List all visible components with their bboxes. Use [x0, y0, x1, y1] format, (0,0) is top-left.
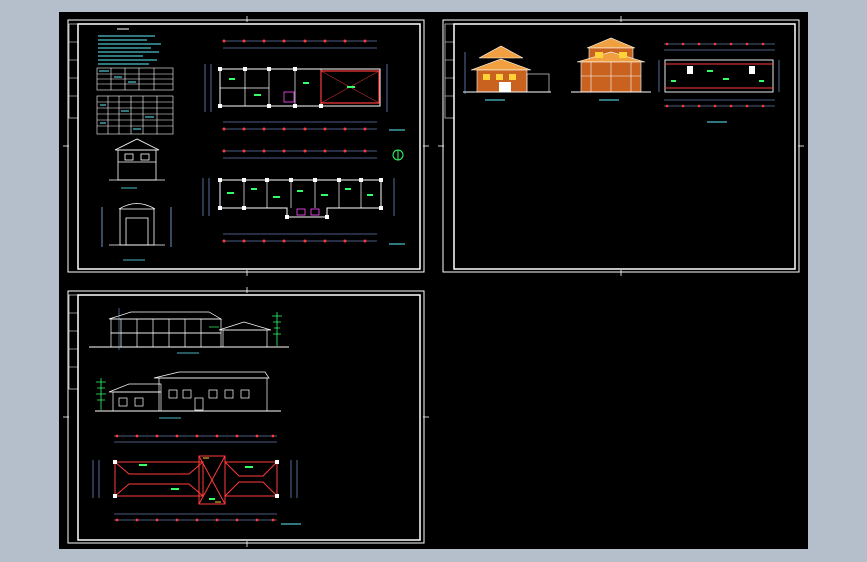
- sheet-2[interactable]: [442, 19, 800, 273]
- sheet-1-title-strip: [68, 23, 79, 119]
- sheet-2-title-strip: [444, 23, 455, 119]
- sheet-1-inner-border: [77, 23, 421, 270]
- north-arrow-icon: [392, 149, 404, 161]
- sheet-3-elevation-front: [89, 308, 289, 354]
- sheet-3-roof-plan: [92, 434, 301, 525]
- sheet-3-tree-left: [96, 378, 106, 410]
- sheet-3-inner-border: [77, 294, 421, 541]
- sheet-2-elevation-front: [463, 45, 551, 101]
- sheet-3-title-strip: [68, 294, 79, 390]
- axis-markers-top: [222, 39, 367, 131]
- sheet-2-roof-plan: [658, 42, 780, 123]
- sheet-3-outer-border: [67, 290, 425, 544]
- sheet-1-schedule-entries: [99, 70, 154, 130]
- sheet-1-schedule-table: [96, 67, 174, 135]
- sheet-2-elevation-side: [571, 37, 651, 101]
- sheet-3[interactable]: [67, 290, 425, 544]
- sheet-1-title-strip-lines: [69, 41, 78, 97]
- cad-viewport[interactable]: [59, 12, 808, 549]
- sheet-1-small-section: [101, 138, 172, 261]
- sheet-1[interactable]: [67, 19, 425, 273]
- border-tick-marks: [63, 16, 804, 547]
- sheet-1-design-notes: [98, 28, 161, 65]
- sheet-1-floor-plan-lower: [202, 149, 405, 245]
- drawing-canvas[interactable]: [59, 12, 808, 549]
- sheet-1-floor-plan-upper: [204, 39, 405, 131]
- sheet-3-elevation-rear: [95, 371, 281, 419]
- sheet-3-tree-right: [272, 312, 282, 346]
